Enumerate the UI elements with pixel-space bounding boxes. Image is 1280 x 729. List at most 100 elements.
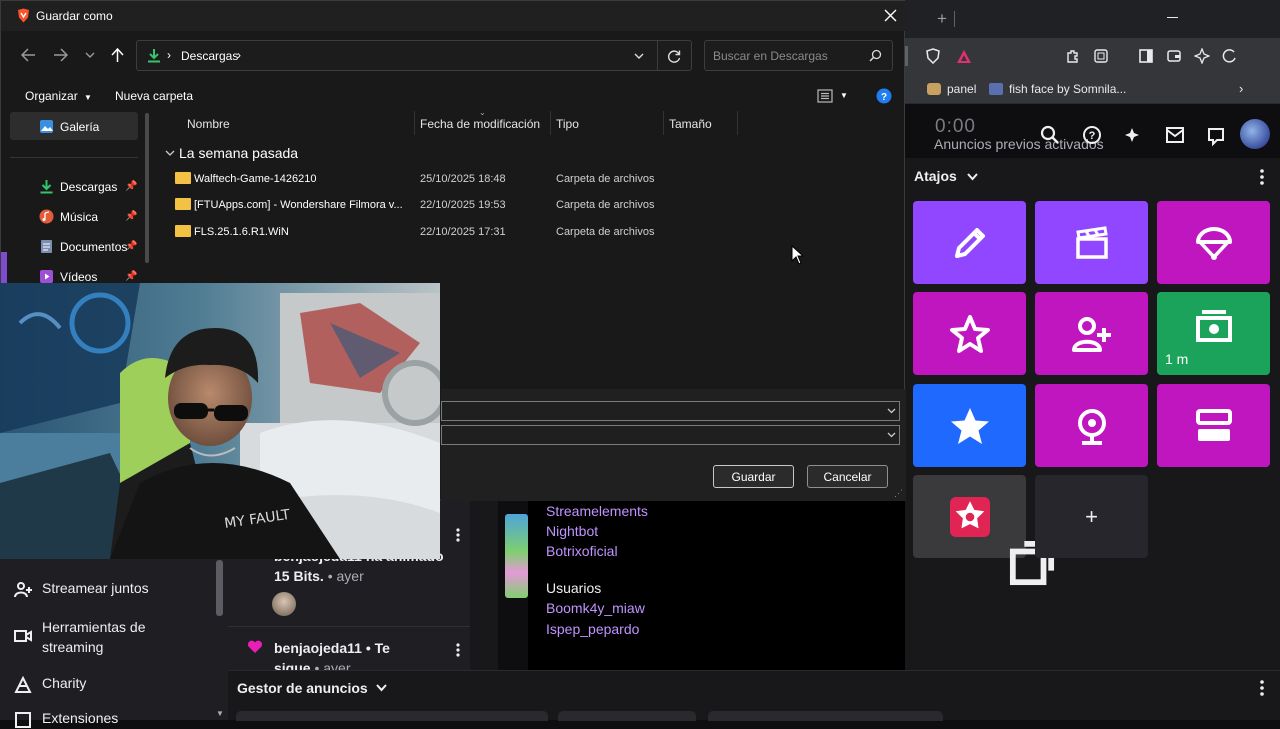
webcam-tile[interactable] bbox=[1035, 384, 1148, 467]
mouse-cursor-icon bbox=[791, 245, 804, 265]
more-options-icon[interactable] bbox=[1260, 169, 1264, 185]
nav-pane-scrollbar[interactable] bbox=[145, 113, 149, 263]
ad-manager-bar: Gestor de anuncios bbox=[228, 670, 1280, 721]
help-icon[interactable]: ? bbox=[1082, 125, 1102, 145]
add-mod-tile[interactable] bbox=[1035, 292, 1148, 375]
sparkle-icon[interactable] bbox=[1123, 125, 1143, 145]
column-modified[interactable]: Fecha de modificación bbox=[420, 117, 540, 131]
resize-grip-icon[interactable]: ⋰ bbox=[894, 488, 903, 499]
nav-gallery[interactable]: Galería bbox=[39, 119, 99, 134]
forward-icon[interactable] bbox=[53, 48, 68, 62]
cancel-button[interactable]: Cancelar bbox=[807, 465, 888, 488]
more-options-icon[interactable] bbox=[456, 643, 460, 657]
puzzle-icon bbox=[15, 712, 31, 728]
address-bar[interactable]: › Descargas › bbox=[136, 40, 692, 71]
file-row[interactable]: FLS.25.1.6.R1.WiN 22/10/2025 17:31 Carpe… bbox=[161, 219, 906, 245]
address-dropdown-icon[interactable] bbox=[634, 53, 644, 59]
chevron-down-icon[interactable] bbox=[887, 408, 896, 414]
nav-charity[interactable]: Charity bbox=[14, 675, 86, 694]
sidebar-icon[interactable] bbox=[1138, 48, 1154, 64]
close-icon[interactable] bbox=[884, 9, 897, 22]
chatter-user-1[interactable]: Boomk4y_miaw bbox=[546, 600, 645, 616]
brave-shield-icon[interactable] bbox=[925, 48, 941, 64]
nav-herramientas[interactable]: Herramientas de streaming bbox=[14, 617, 204, 657]
raid-tile[interactable] bbox=[1157, 201, 1270, 284]
brave-rewards-icon[interactable] bbox=[956, 49, 972, 64]
feed-avatar bbox=[272, 592, 296, 616]
back-icon[interactable] bbox=[21, 48, 36, 62]
new-tab-icon[interactable]: + bbox=[937, 9, 947, 29]
avatar[interactable] bbox=[1240, 119, 1270, 149]
layout-tile[interactable] bbox=[1157, 384, 1270, 467]
nav-videos[interactable]: Vídeos 📌 bbox=[39, 269, 137, 284]
ads-status: Anuncios previos activados bbox=[934, 136, 1104, 152]
nav-scrollbar[interactable] bbox=[216, 560, 223, 616]
breadcrumb-separator: › bbox=[167, 48, 171, 62]
search-input[interactable]: Buscar en Descargas bbox=[704, 40, 893, 71]
folder-icon bbox=[175, 225, 191, 237]
highlight-tile[interactable] bbox=[913, 292, 1026, 375]
up-icon[interactable] bbox=[111, 48, 124, 63]
recent-locations-icon[interactable] bbox=[85, 52, 95, 58]
nav-documents[interactable]: Documentos 📌 bbox=[39, 239, 137, 254]
wallet-icon[interactable] bbox=[1166, 48, 1182, 64]
view-dropdown-icon[interactable]: ▼ bbox=[840, 91, 848, 100]
add-shortcut-tile[interactable]: + bbox=[1035, 475, 1148, 558]
chevron-down-icon[interactable] bbox=[887, 432, 896, 438]
refresh-icon[interactable] bbox=[667, 49, 681, 63]
bookmark-favicon-icon bbox=[927, 83, 941, 95]
stream-timer: 0:00 bbox=[935, 116, 976, 137]
bookmarks-bar: panel fish face by Somnila... › bbox=[905, 74, 1280, 104]
screenshot-icon[interactable] bbox=[1093, 48, 1109, 64]
extensions-icon[interactable] bbox=[1065, 48, 1081, 64]
people-plus-icon bbox=[14, 582, 32, 598]
leo-ai-icon[interactable] bbox=[1194, 48, 1210, 64]
nav-music[interactable]: Música 📌 bbox=[39, 209, 137, 224]
featured-tile[interactable] bbox=[913, 384, 1026, 467]
shortcuts-title[interactable]: Atajos bbox=[914, 168, 978, 184]
dialog-title-bar bbox=[1, 1, 906, 31]
breadcrumb[interactable]: Descargas bbox=[181, 49, 238, 63]
inbox-icon[interactable] bbox=[1165, 126, 1185, 144]
new-folder-button[interactable]: Nueva carpeta bbox=[115, 89, 193, 103]
file-row[interactable]: Walftech-Game-1426210 25/10/2025 18:48 C… bbox=[161, 166, 906, 192]
more-options-icon[interactable] bbox=[1260, 680, 1264, 696]
group-header[interactable]: La semana pasada bbox=[165, 145, 298, 161]
bookmark-fish-face[interactable]: fish face by Somnila... bbox=[989, 82, 1126, 96]
run-ad-tile[interactable]: 1 m bbox=[1157, 292, 1270, 375]
extension-shortcut-tile[interactable] bbox=[913, 475, 1055, 586]
chatter-bot-1[interactable]: Streamelements bbox=[546, 503, 648, 519]
chatter-user-2[interactable]: Ispep_pepardo bbox=[546, 621, 639, 637]
more-options-icon[interactable] bbox=[456, 528, 460, 542]
refresh-partial-icon[interactable] bbox=[1222, 48, 1238, 64]
bookmark-panel[interactable]: panel bbox=[927, 82, 976, 96]
filename-input[interactable] bbox=[441, 401, 900, 421]
camera-rotate-icon bbox=[1077, 408, 1106, 445]
edit-stream-info-tile[interactable] bbox=[913, 201, 1026, 284]
chatter-bot-2[interactable]: Nightbot bbox=[546, 523, 598, 539]
whispers-icon[interactable] bbox=[1206, 126, 1226, 146]
column-size[interactable]: Tamaño bbox=[669, 117, 712, 131]
column-name[interactable]: Nombre bbox=[187, 117, 230, 131]
search-icon bbox=[869, 49, 882, 62]
clip-tile[interactable] bbox=[1035, 201, 1148, 284]
file-row[interactable]: [FTUApps.com] - Wondershare Filmora v...… bbox=[161, 192, 906, 218]
organize-button[interactable]: Organizar ▼ bbox=[25, 89, 92, 103]
view-options-icon[interactable] bbox=[817, 89, 833, 103]
nav-streamear-juntos[interactable]: Streamear juntos bbox=[14, 580, 149, 599]
webcam-overlay: MY FAULT bbox=[0, 283, 440, 559]
chevron-right-icon[interactable]: › bbox=[1239, 81, 1243, 96]
scroll-down-icon[interactable]: ▼ bbox=[216, 709, 224, 718]
save-button[interactable]: Guardar bbox=[713, 465, 794, 488]
nav-downloads[interactable]: Descargas 📌 bbox=[39, 179, 137, 194]
filetype-select[interactable] bbox=[441, 425, 900, 445]
search-icon[interactable] bbox=[1040, 125, 1060, 145]
svg-text:?: ? bbox=[881, 92, 887, 103]
chatter-bot-3[interactable]: Botrixoficial bbox=[546, 543, 618, 559]
column-type[interactable]: Tipo bbox=[556, 117, 579, 131]
bookmark-favicon-icon bbox=[989, 83, 1003, 95]
help-icon[interactable]: ? bbox=[876, 88, 892, 104]
videos-icon bbox=[40, 270, 53, 283]
ad-manager-title[interactable]: Gestor de anuncios bbox=[237, 680, 387, 696]
minimize-icon[interactable] bbox=[1167, 17, 1178, 18]
